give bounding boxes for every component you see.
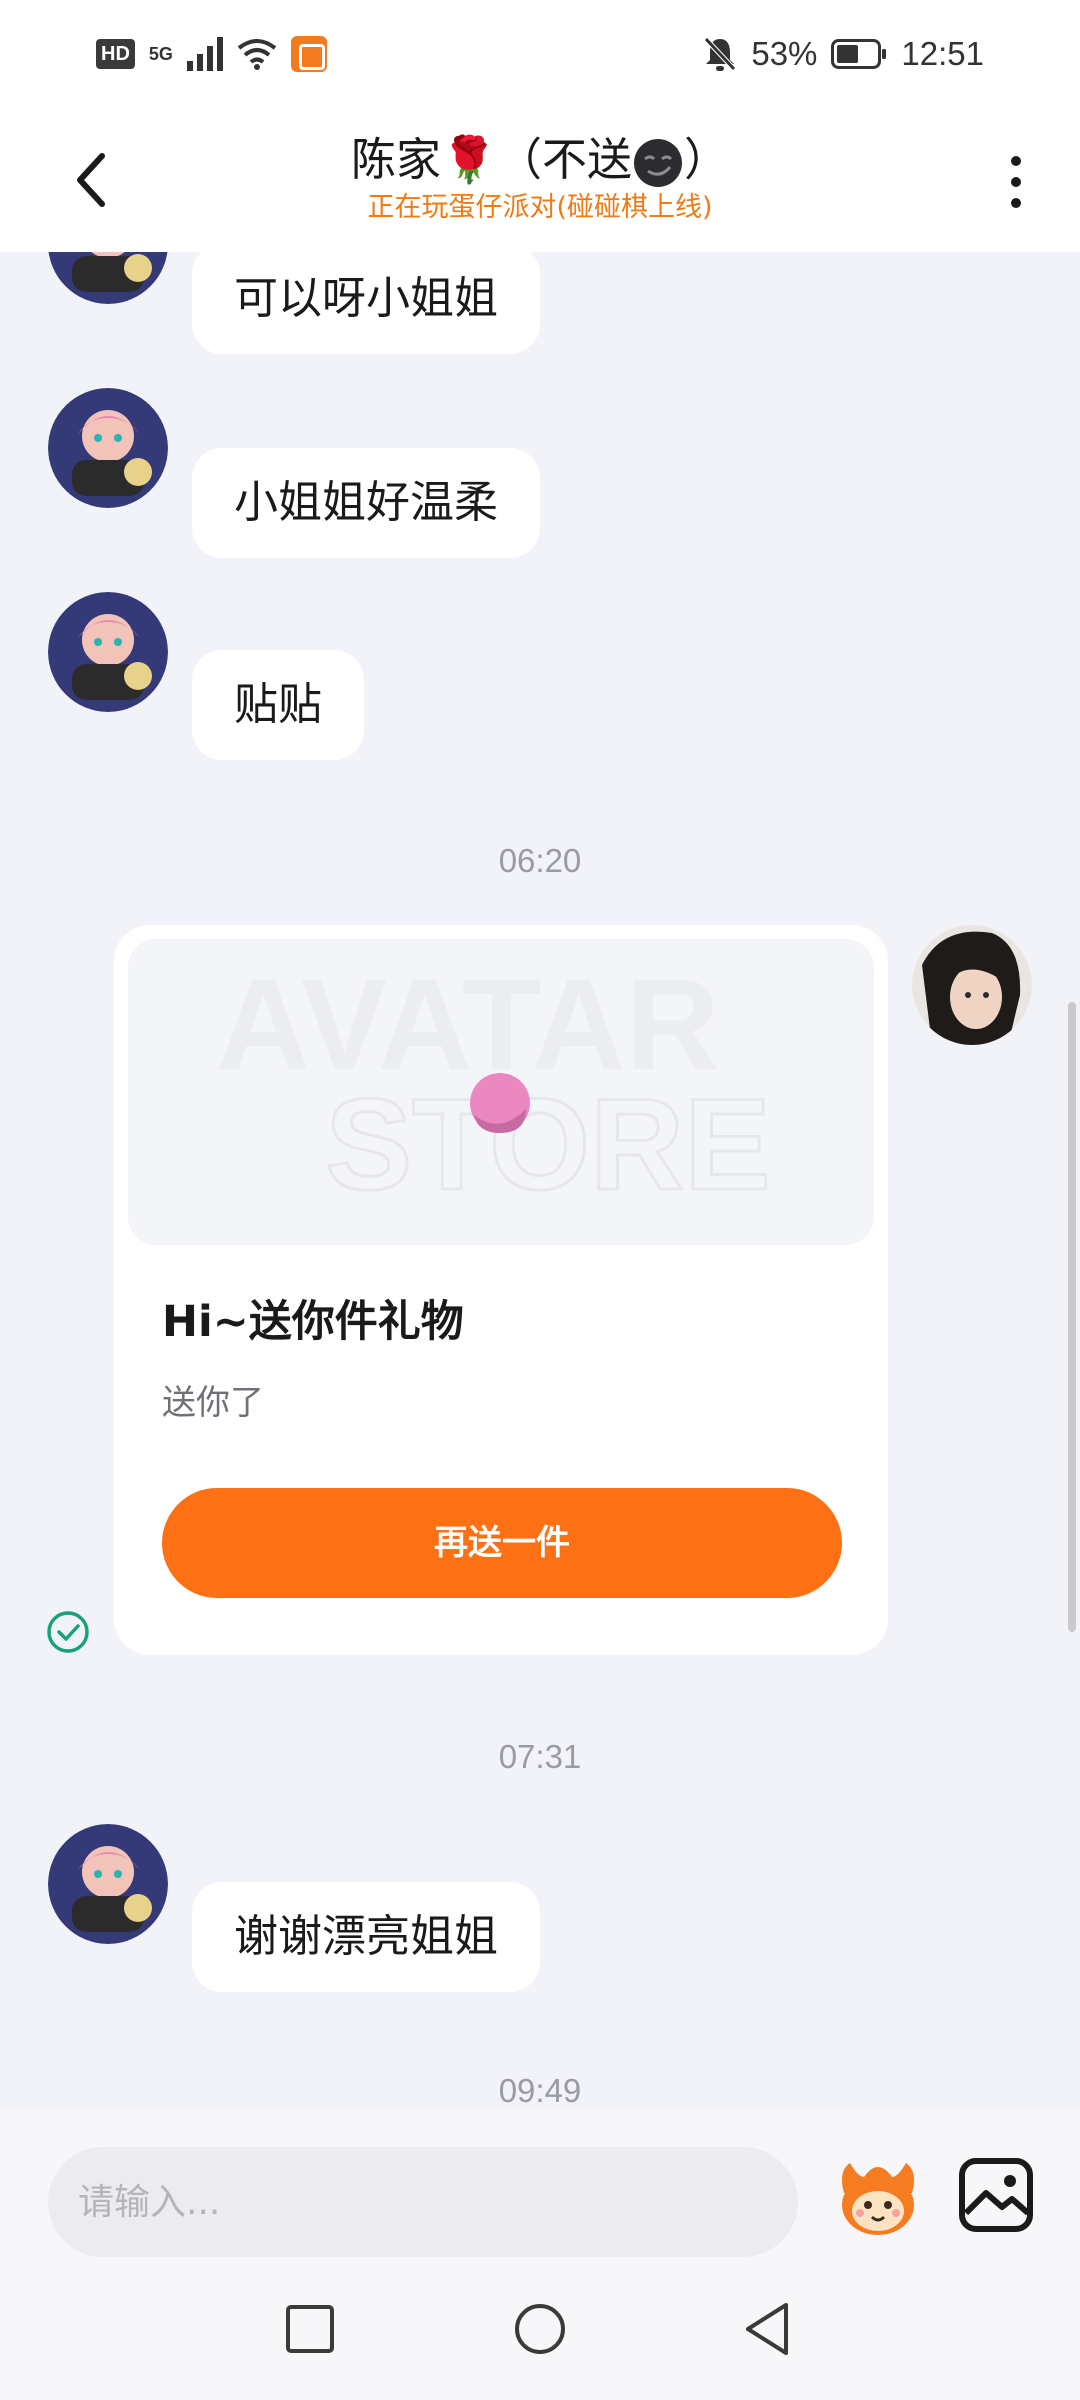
avatar-image xyxy=(48,1824,168,1944)
message-text: 谢谢漂亮姐姐 xyxy=(234,1911,498,1962)
triangle-back-icon xyxy=(746,2303,788,2355)
network-type: 5G xyxy=(148,44,173,64)
message-bubble[interactable]: 谢谢漂亮姐姐 xyxy=(192,1882,540,1992)
status-right: 53% 12:51 xyxy=(703,35,984,73)
app-notification-icon xyxy=(290,36,327,72)
system-nav-bar xyxy=(0,2259,1080,2400)
emoji-button[interactable] xyxy=(830,2147,926,2243)
gift-title: Hi~送你件礼物 xyxy=(162,1297,464,1347)
chat-title-end: ） xyxy=(684,133,730,186)
scrollbar[interactable] xyxy=(1068,1002,1076,1632)
chat-title-text: 陈家🌹（不送 xyxy=(350,133,632,186)
avatar-store-watermark: AVATAR STORE xyxy=(216,951,772,1219)
more-button[interactable] xyxy=(996,152,1036,212)
avatar-image xyxy=(48,592,168,712)
message-bubble[interactable]: 小姐姐好温柔 xyxy=(192,448,540,558)
status-left: HD 5G xyxy=(96,36,327,72)
more-dot xyxy=(1011,177,1021,187)
status-bar: HD 5G 53% 12:51 xyxy=(0,0,1080,108)
smirk-emoji-icon xyxy=(634,139,682,187)
hd-badge: HD xyxy=(96,39,135,69)
title-block: 陈家🌹（不送 ） 正在玩蛋仔派对(碰碰棋上线) xyxy=(200,130,880,226)
gift-image: AVATAR STORE xyxy=(128,939,874,1245)
send-another-button[interactable]: 再送一件 xyxy=(162,1488,842,1598)
message-text: 贴贴 xyxy=(234,679,322,730)
back-nav-button[interactable] xyxy=(738,2299,798,2359)
timestamp: 06:20 xyxy=(498,842,582,879)
wifi-icon xyxy=(237,39,277,70)
more-dot xyxy=(1011,198,1021,208)
avatar[interactable] xyxy=(48,252,168,304)
timestamp: 07:31 xyxy=(498,1738,582,1775)
watermark-bottom: STORE xyxy=(325,1071,770,1217)
chat-messages[interactable]: 可以呀小姐姐 小姐姐好温柔 贴贴 06:20 AVATAR STORE Hi~送… xyxy=(0,252,1080,2109)
gift-card[interactable]: AVATAR STORE Hi~送你件礼物 送你了 再送一件 xyxy=(114,925,888,1655)
my-avatar[interactable] xyxy=(912,925,1032,1045)
circle-icon xyxy=(515,2304,565,2354)
avatar[interactable] xyxy=(48,1824,168,1944)
image-icon xyxy=(959,2158,1033,2232)
avatar[interactable] xyxy=(48,388,168,508)
mascot-emoji-icon xyxy=(842,2163,914,2235)
battery-percent: 53% xyxy=(751,35,818,72)
avatar-image xyxy=(48,252,168,304)
chat-header: 陈家🌹（不送 ） 正在玩蛋仔派对(碰碰棋上线) xyxy=(0,108,1080,252)
gift-description: 送你了 xyxy=(162,1383,264,1423)
message-bubble[interactable]: 贴贴 xyxy=(192,650,364,760)
avatar[interactable] xyxy=(48,592,168,712)
avatar-image xyxy=(48,388,168,508)
mute-bell-icon xyxy=(704,37,737,71)
square-icon xyxy=(286,2305,334,2353)
home-button[interactable] xyxy=(510,2299,570,2359)
recent-apps-button[interactable] xyxy=(280,2299,340,2359)
clock: 12:51 xyxy=(901,35,984,72)
message-input[interactable] xyxy=(48,2147,798,2257)
signal-icon xyxy=(186,37,223,71)
timestamp: 09:49 xyxy=(498,2072,582,2109)
image-button[interactable] xyxy=(954,2153,1038,2237)
input-bar xyxy=(0,2109,1080,2259)
message-text: 可以呀小姐姐 xyxy=(234,273,498,324)
message-bubble[interactable]: 可以呀小姐姐 xyxy=(192,252,540,354)
avatar-image xyxy=(912,925,1032,1045)
more-vertical-icon xyxy=(1011,156,1021,166)
battery-icon xyxy=(831,39,887,69)
message-text: 小姐姐好温柔 xyxy=(234,477,498,528)
chevron-left-icon xyxy=(77,153,105,207)
chat-title: 陈家🌹（不送 ） xyxy=(200,130,880,190)
sent-check-icon xyxy=(47,1611,89,1653)
back-button[interactable] xyxy=(60,148,124,212)
chat-subtitle: 正在玩蛋仔派对(碰碰棋上线) xyxy=(367,192,713,223)
